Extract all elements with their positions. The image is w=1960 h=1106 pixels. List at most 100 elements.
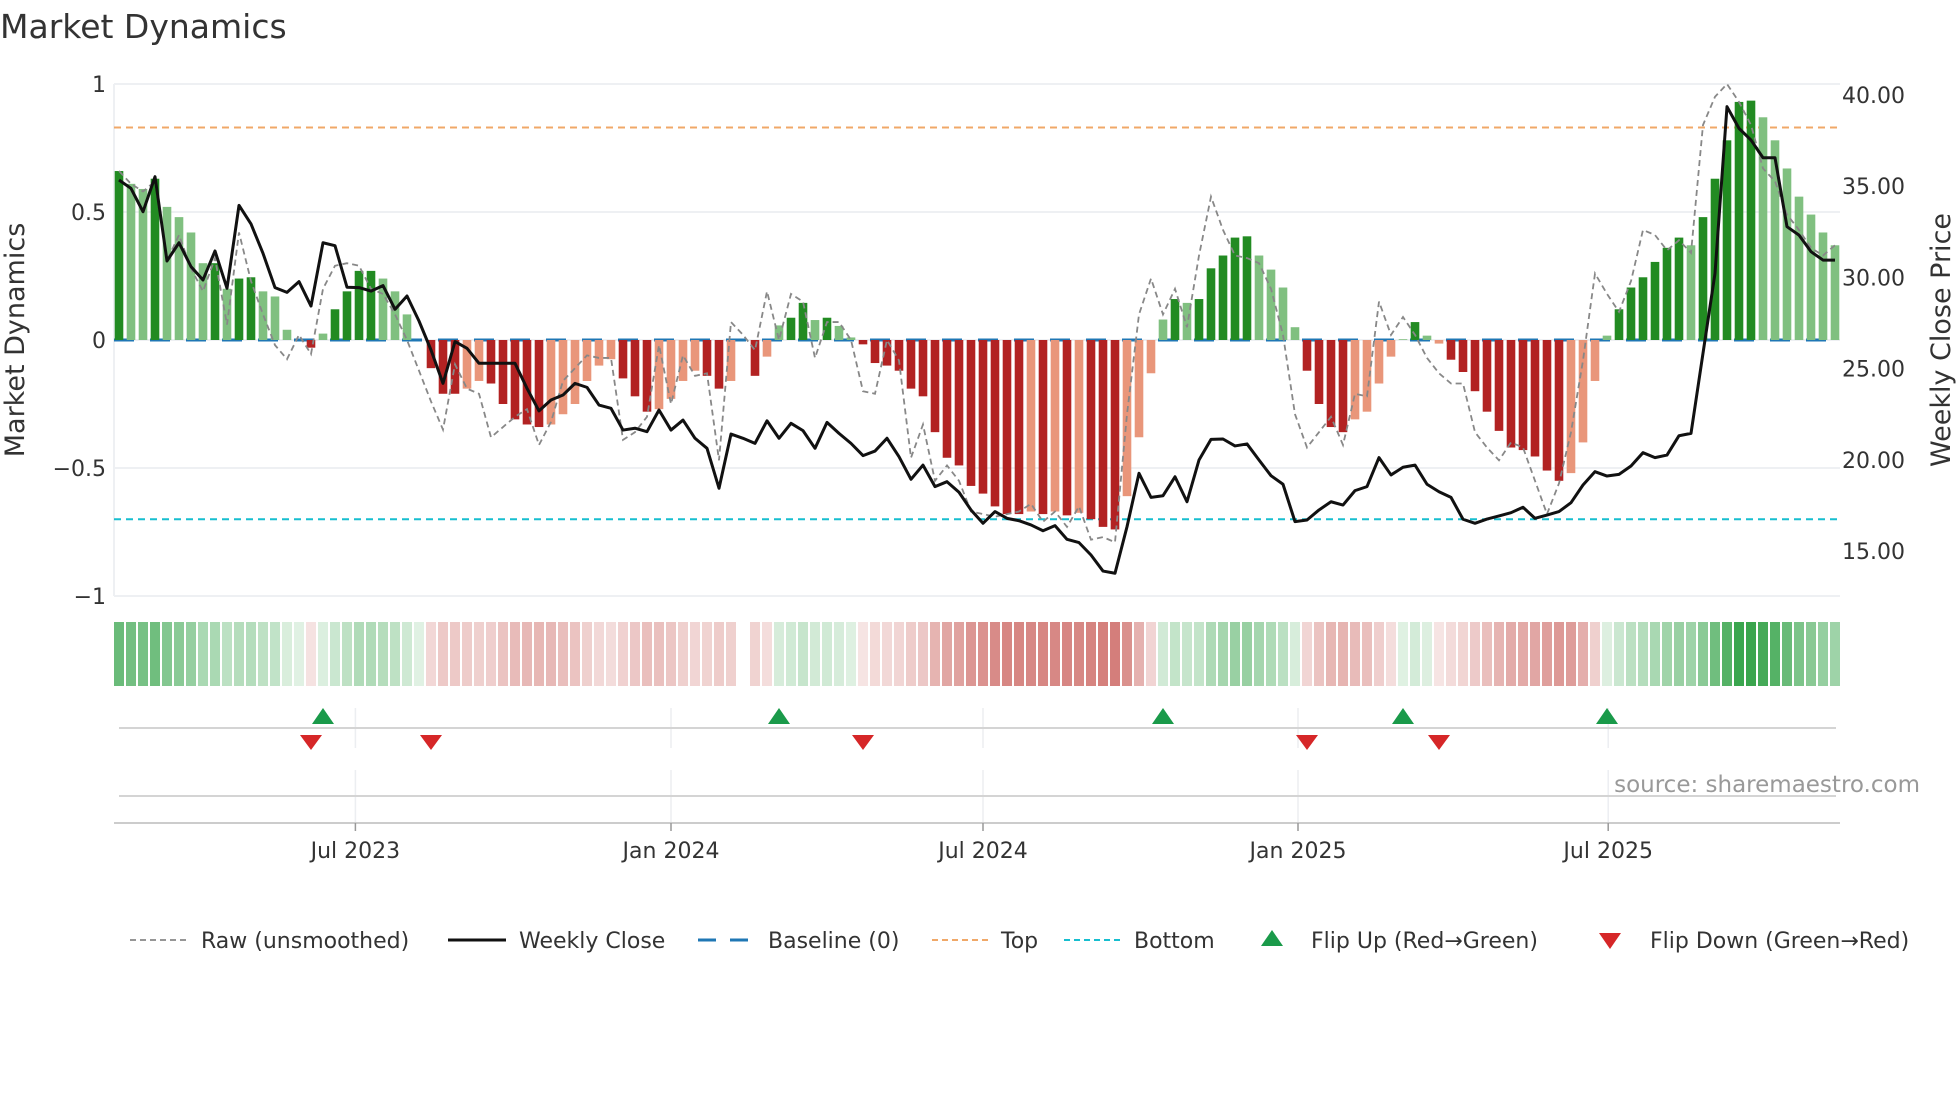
dynamics-bar <box>342 291 352 340</box>
dynamics-bar <box>246 277 256 340</box>
dynamics-bar <box>1266 269 1276 340</box>
dynamics-bar <box>606 340 616 360</box>
dynamics-bar <box>630 340 640 397</box>
heat-strip-cell <box>798 622 808 686</box>
heat-strip-cell <box>1122 622 1132 686</box>
heat-strip-cell <box>342 622 352 686</box>
dynamics-bar <box>954 340 964 466</box>
dynamics-bar <box>114 171 124 340</box>
heat-strip-cell <box>1434 622 1444 686</box>
dynamics-bar <box>1050 340 1060 512</box>
flip-up-marker <box>1392 708 1414 724</box>
heat-strip <box>114 622 1840 686</box>
heat-strip-cell <box>1314 622 1324 686</box>
dynamics-bar <box>498 340 508 404</box>
heat-strip-cell <box>1218 622 1228 686</box>
heat-strip-cell <box>1818 622 1828 686</box>
heat-strip-cell <box>942 622 952 686</box>
x-tick-label: Jan 2024 <box>621 839 720 864</box>
heat-strip-cell <box>534 622 544 686</box>
heat-strip-cell <box>834 622 844 686</box>
heat-strip-cell <box>810 622 820 686</box>
legend-item-bottom: Bottom <box>1064 929 1215 954</box>
heat-strip-cell <box>582 622 592 686</box>
dynamics-bar <box>534 340 544 428</box>
heat-strip-cell <box>594 622 604 686</box>
legend-item-top: Top <box>932 929 1038 954</box>
dynamics-bar <box>270 296 280 340</box>
heat-strip-cell <box>306 622 316 686</box>
dynamics-bar <box>1542 340 1552 471</box>
y-tick-label: 1 <box>92 73 106 98</box>
flip-up-marker <box>312 708 334 724</box>
heat-strip-cell <box>1182 622 1192 686</box>
heat-strip-cell <box>1266 622 1276 686</box>
legend-label: Raw (unsmoothed) <box>201 929 409 954</box>
dynamics-bar <box>330 309 340 340</box>
heat-strip-cell <box>1710 622 1720 686</box>
heat-strip-cell <box>1650 622 1660 686</box>
dynamics-bar <box>1290 327 1300 340</box>
heat-strip-cell <box>150 622 160 686</box>
y2-tick-label: 35.00 <box>1842 175 1905 200</box>
market-dynamics-chart: Market Dynamics 1 0.5 0 −0.5 −1 40.00 35.00 30… <box>0 7 1957 954</box>
heat-strip-cell <box>1374 622 1384 686</box>
heat-strip-cell <box>270 622 280 686</box>
heat-strip-cell <box>762 622 772 686</box>
heat-strip-cell <box>1230 622 1240 686</box>
heat-strip-cell <box>1566 622 1576 686</box>
heat-strip-cell <box>114 622 124 686</box>
dynamics-bar <box>510 340 520 420</box>
heat-strip-cell <box>1338 622 1348 686</box>
heat-strip-cell <box>222 622 232 686</box>
heat-strip-cell <box>654 622 664 686</box>
dynamics-bar <box>1614 309 1624 340</box>
legend-item-close: Weekly Close <box>448 929 665 954</box>
heat-strip-cell <box>714 622 724 686</box>
flip-up-marker <box>768 708 790 724</box>
heat-strip-cell <box>1578 622 1588 686</box>
heat-strip-cell <box>282 622 292 686</box>
heat-strip-cell <box>1086 622 1096 686</box>
heat-strip-cell <box>1110 622 1120 686</box>
heat-strip-cell <box>630 622 640 686</box>
heat-strip-cell <box>1458 622 1468 686</box>
y2-tick-label: 20.00 <box>1842 449 1905 474</box>
chart-title: Market Dynamics <box>0 7 287 46</box>
dynamics-bar <box>1002 340 1012 515</box>
dynamics-bar <box>1566 340 1576 474</box>
heat-strip-cell <box>642 622 652 686</box>
heat-strip-cell <box>450 622 460 686</box>
heat-strip-cell <box>1530 622 1540 686</box>
heat-strip-cell <box>1326 622 1336 686</box>
legend-flip-up-icon <box>1261 930 1283 946</box>
dynamics-bar <box>1062 340 1072 516</box>
heat-strip-cell <box>486 622 496 686</box>
dynamics-bar <box>714 340 724 389</box>
heat-strip-cell <box>1014 622 1024 686</box>
y-tick-label: 0.5 <box>71 201 106 226</box>
heat-strip-cell <box>186 622 196 686</box>
heat-strip-cell <box>1782 622 1792 686</box>
heat-strip-cell <box>510 622 520 686</box>
dynamics-bar <box>1314 340 1324 404</box>
dynamics-bar <box>1134 340 1144 438</box>
y-tick-label: −1 <box>74 585 106 610</box>
dynamics-bar <box>1326 340 1336 428</box>
x-tick-label: Jul 2024 <box>936 839 1028 864</box>
heat-strip-cell <box>426 622 436 686</box>
dynamics-bar <box>1602 335 1612 340</box>
legend-label: Weekly Close <box>519 929 665 954</box>
dynamics-bar <box>1674 237 1684 340</box>
heat-strip-cell <box>618 622 628 686</box>
flip-up-marker <box>1596 708 1618 724</box>
dynamics-bar <box>1398 339 1408 340</box>
heat-strip-cell <box>1134 622 1144 686</box>
heat-strip-cell <box>702 622 712 686</box>
y2-tick-label: 40.00 <box>1842 84 1905 109</box>
heat-strip-cell <box>1734 622 1744 686</box>
dynamics-bar <box>906 340 916 389</box>
dynamics-bar <box>234 278 244 340</box>
heat-strip-cell <box>1542 622 1552 686</box>
heat-strip-cell <box>990 622 1000 686</box>
